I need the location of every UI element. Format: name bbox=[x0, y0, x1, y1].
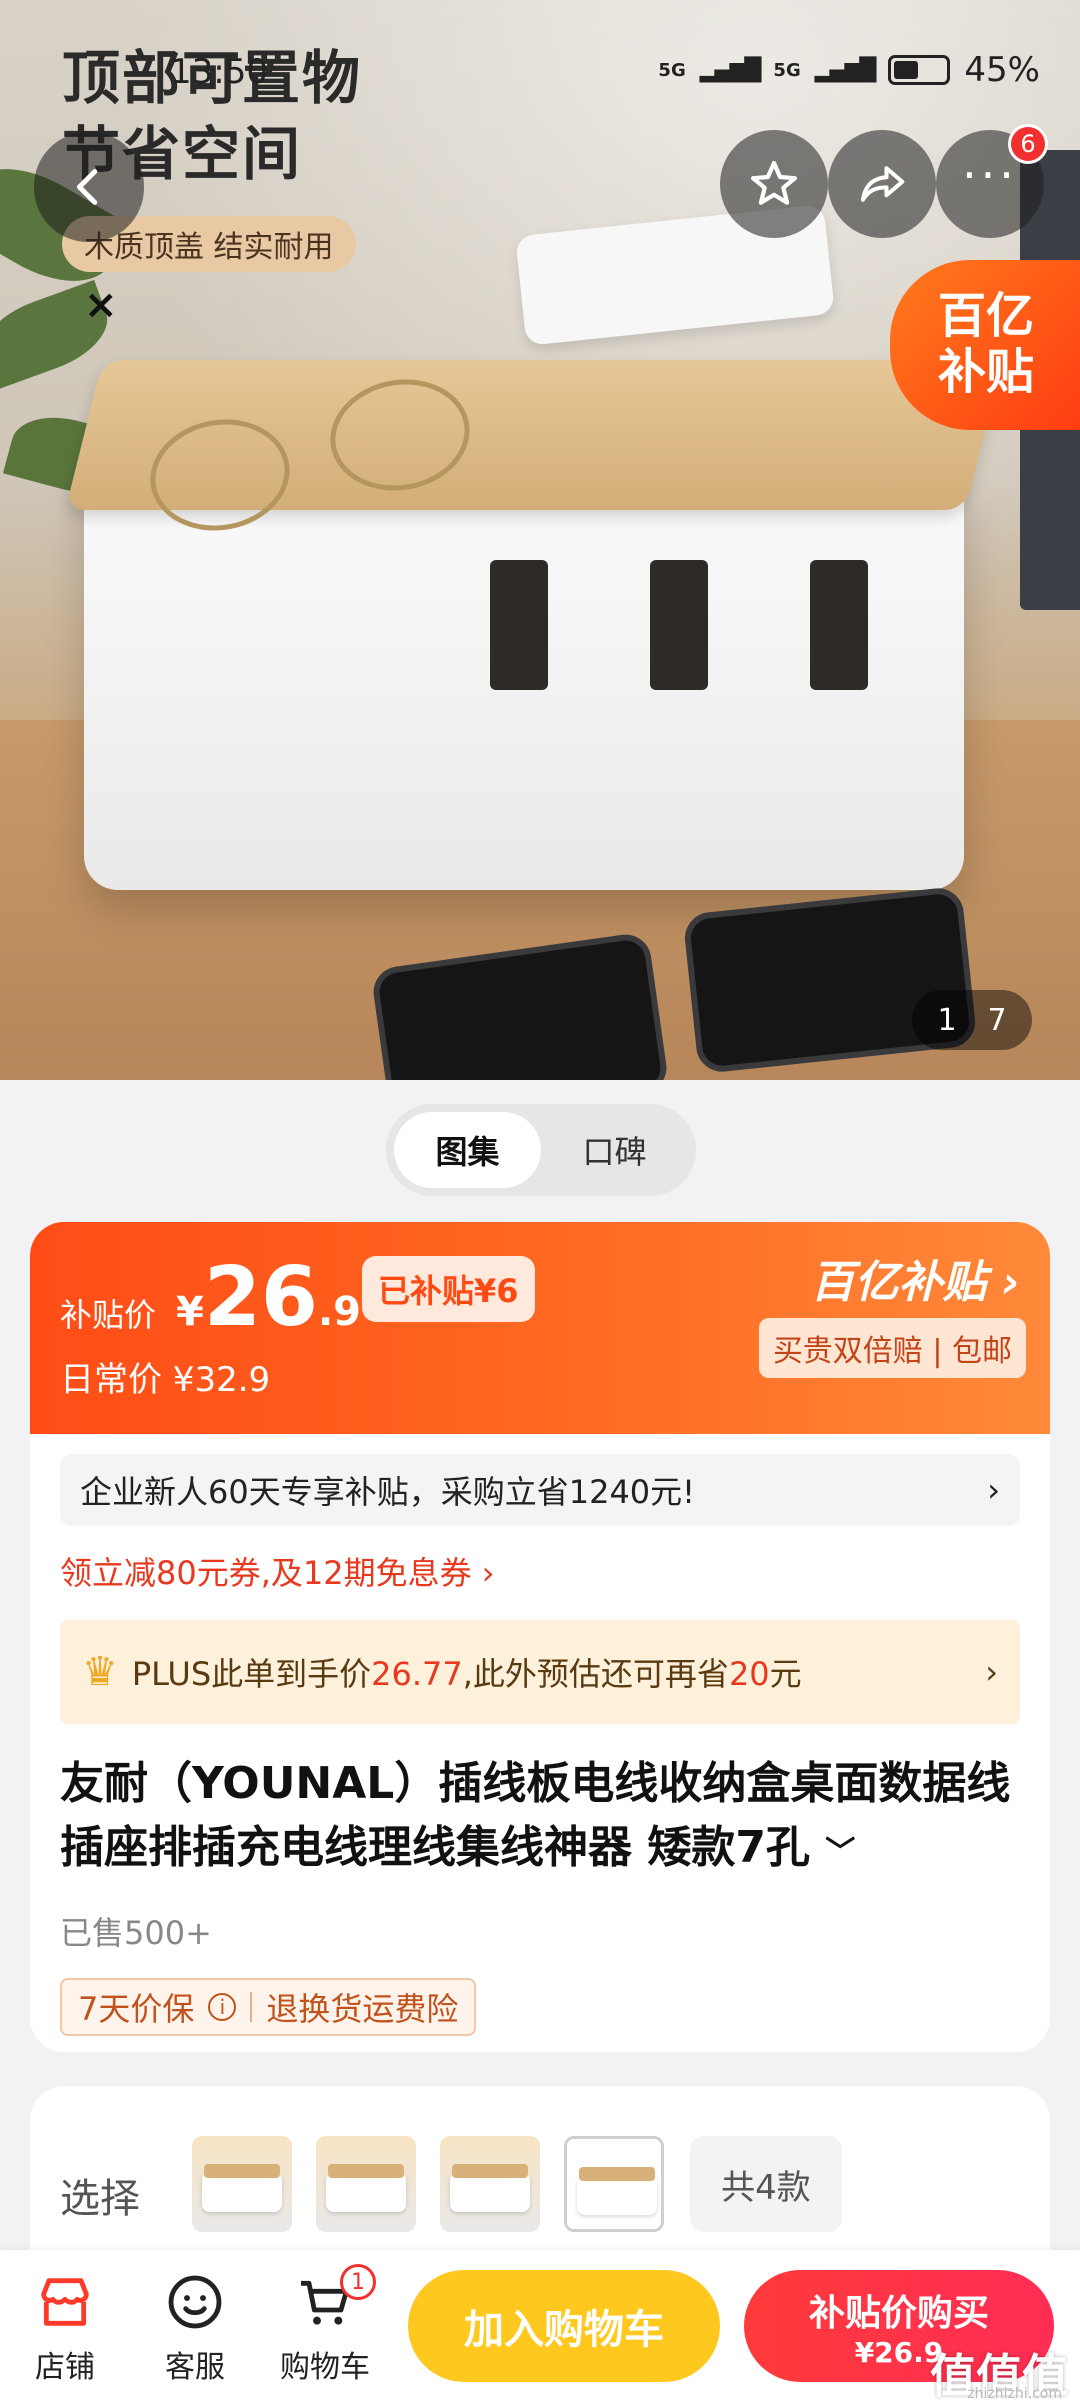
watermark-url: zhizhizhi.com bbox=[967, 2386, 1062, 2400]
variant-count[interactable]: 共4款 bbox=[690, 2136, 842, 2232]
signal-icon: 5G bbox=[658, 59, 686, 81]
chevron-left-icon bbox=[76, 169, 98, 205]
share-icon bbox=[860, 166, 905, 202]
status-time: 13:50 bbox=[170, 52, 268, 92]
product-image-carousel[interactable]: 顶部可置物 节省空间 木质顶盖 结实耐用 × 13:50 5G ▂▄▆█ 5G … bbox=[0, 0, 1080, 1080]
variant-thumbnail[interactable] bbox=[192, 2136, 292, 2232]
store-icon bbox=[41, 2278, 89, 2326]
price-guarantee: 买贵双倍赔 | 包邮 bbox=[758, 1318, 1026, 1378]
price-protection-tag: 7天价保 bbox=[78, 1990, 195, 2028]
favorite-button[interactable] bbox=[720, 130, 828, 238]
select-label: 选择 bbox=[60, 2176, 140, 2222]
share-button[interactable] bbox=[828, 130, 936, 238]
cart-button[interactable]: 购物车 1 bbox=[270, 2264, 380, 2390]
subsidy-price-band[interactable]: 补贴价 ¥26.9 已补贴¥6 日常价 ¥32.9 百亿补贴 › 买贵双倍赔 |… bbox=[30, 1222, 1050, 1434]
variant-thumbnail[interactable] bbox=[564, 2136, 664, 2232]
crown-icon: ♛ bbox=[82, 1649, 118, 1695]
add-to-cart-button[interactable]: 加入购物车 bbox=[408, 2270, 720, 2382]
subsidy-amount-chip: 已补贴¥6 bbox=[362, 1256, 535, 1322]
price-label: 补贴价 bbox=[60, 1296, 157, 1334]
regular-price: 日常价 ¥32.9 bbox=[60, 1360, 271, 1400]
return-shipping-insurance-tag: 退换货运费险 bbox=[266, 1990, 459, 2028]
more-button[interactable]: ··· 6 bbox=[936, 124, 1048, 238]
signal-bars-icon-2: ▂▄▆█ bbox=[814, 57, 877, 83]
tab-gallery[interactable]: 图集 bbox=[394, 1112, 541, 1188]
store-button[interactable]: 店铺 bbox=[10, 2270, 120, 2390]
variant-thumbnail[interactable] bbox=[440, 2136, 540, 2232]
close-icon[interactable]: × bbox=[84, 282, 118, 328]
customer-service-button[interactable]: 客服 bbox=[140, 2270, 250, 2390]
newcomer-subsidy-banner[interactable]: 企业新人60天专享补贴，采购立省1240元! › bbox=[60, 1454, 1020, 1526]
cart-count-badge: 1 bbox=[340, 2264, 376, 2300]
battery-level: 45% bbox=[964, 50, 1040, 90]
signal-bars-icon: ▂▄▆█ bbox=[699, 57, 762, 83]
chevron-right-icon: › bbox=[987, 1471, 1000, 1509]
chevron-down-icon[interactable]: ﹀ bbox=[825, 1835, 855, 1870]
notification-badge: 6 bbox=[1008, 124, 1048, 164]
tab-reviews[interactable]: 口碑 bbox=[541, 1112, 688, 1188]
more-dots-icon: ··· bbox=[962, 148, 1018, 202]
yiyi-subsidy-badge: 百亿 补贴 bbox=[890, 260, 1080, 430]
battery-icon bbox=[888, 55, 951, 85]
image-counter: 1 7 bbox=[912, 990, 1032, 1050]
info-icon[interactable]: i bbox=[208, 1993, 237, 2021]
gallery-review-toggle: 图集 口碑 bbox=[386, 1104, 696, 1196]
status-bar: 13:50 5G ▂▄▆█ 5G ▂▄▆█ 45% bbox=[0, 40, 1080, 100]
star-icon bbox=[750, 160, 798, 205]
chat-smile-icon bbox=[168, 2275, 222, 2329]
sold-count: 已售500+ bbox=[60, 1914, 212, 1952]
coupon-link[interactable]: 领立减80元券,及12期免息券 › bbox=[60, 1548, 495, 1594]
plus-price-banner[interactable]: ♛ PLUS此单到手价26.77,此外预估还可再省20元 › bbox=[60, 1620, 1020, 1724]
service-tags[interactable]: 7天价保 i 退换货运费险 bbox=[60, 1978, 477, 2036]
yiyi-subsidy-link[interactable]: 百亿补贴 › bbox=[811, 1246, 1020, 1310]
price-card: 补贴价 ¥26.9 已补贴¥6 日常价 ¥32.9 百亿补贴 › 买贵双倍赔 |… bbox=[30, 1222, 1050, 2052]
product-title[interactable]: 友耐（YOUNAL）插线板电线收纳盒桌面数据线插座排插充电线理线集线神器 矮款7… bbox=[60, 1752, 1040, 1885]
product-detail-page: 顶部可置物 节省空间 木质顶盖 结实耐用 × 13:50 5G ▂▄▆█ 5G … bbox=[0, 0, 1080, 2400]
variant-thumbnail[interactable] bbox=[316, 2136, 416, 2232]
signal-icon-2: 5G bbox=[773, 59, 801, 81]
back-button[interactable] bbox=[34, 132, 144, 242]
subsidy-price: ¥26.9 bbox=[176, 1250, 361, 1345]
chevron-right-icon: › bbox=[985, 1653, 998, 1691]
bottom-action-bar: 店铺 客服 购物车 1 加入购物车 补贴价购买 ¥26.9 bbox=[0, 2250, 1080, 2400]
